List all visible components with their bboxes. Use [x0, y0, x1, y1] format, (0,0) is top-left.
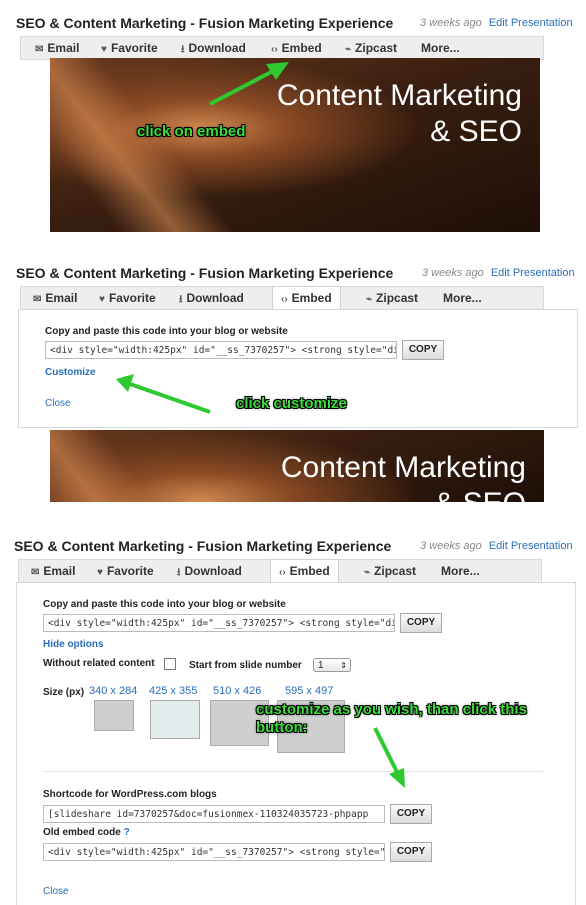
arrow-to-copy-button [373, 727, 405, 788]
arrow-to-embed [209, 62, 289, 106]
panel-step-1: SEO & Content Marketing - Fusion Marketi… [0, 0, 586, 232]
arrow-to-customize [116, 374, 211, 414]
panel-step-2: SEO & Content Marketing - Fusion Marketi… [0, 258, 586, 502]
panel-step-3: SEO & Content Marketing - Fusion Marketi… [0, 530, 586, 905]
